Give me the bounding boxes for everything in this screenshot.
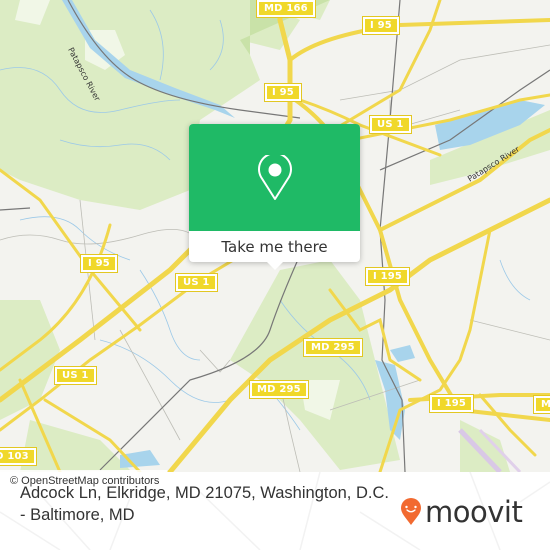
moovit-wordmark: moovit: [425, 495, 523, 529]
location-popup: Take me there: [189, 124, 360, 270]
popup-header: [189, 124, 360, 231]
road-shield-i195: I 195: [428, 394, 475, 413]
road-shield-i95: I 95: [80, 254, 118, 273]
popup-pointer: [266, 261, 284, 270]
road-shield-i195: I 195: [364, 267, 411, 286]
road-shield-md: MD: [533, 395, 550, 414]
road-shield-us1: US 1: [175, 273, 218, 292]
road-shield-i95: I 95: [362, 16, 400, 35]
take-me-there-button[interactable]: Take me there: [189, 231, 360, 262]
map-canvas[interactable]: MD 166 I 95 I 95 US 1 I 95 US 1 I 195 MD…: [0, 0, 550, 472]
map-pin-icon: [257, 154, 292, 200]
address-text: Adcock Ln, Elkridge, MD 21075, Washingto…: [20, 484, 389, 524]
road-shield-i95: I 95: [264, 83, 302, 102]
moovit-pin-icon: [401, 498, 421, 525]
road-shield-md295: MD 295: [303, 338, 363, 357]
moovit-logo[interactable]: moovit: [400, 495, 523, 529]
road-shield-md103: MD 103: [0, 447, 37, 466]
road-shield-md166: MD 166: [256, 0, 316, 18]
road-shield-md295: MD 295: [249, 380, 309, 399]
road-shield-us1: US 1: [54, 366, 97, 385]
road-shield-us1: US 1: [369, 115, 412, 134]
